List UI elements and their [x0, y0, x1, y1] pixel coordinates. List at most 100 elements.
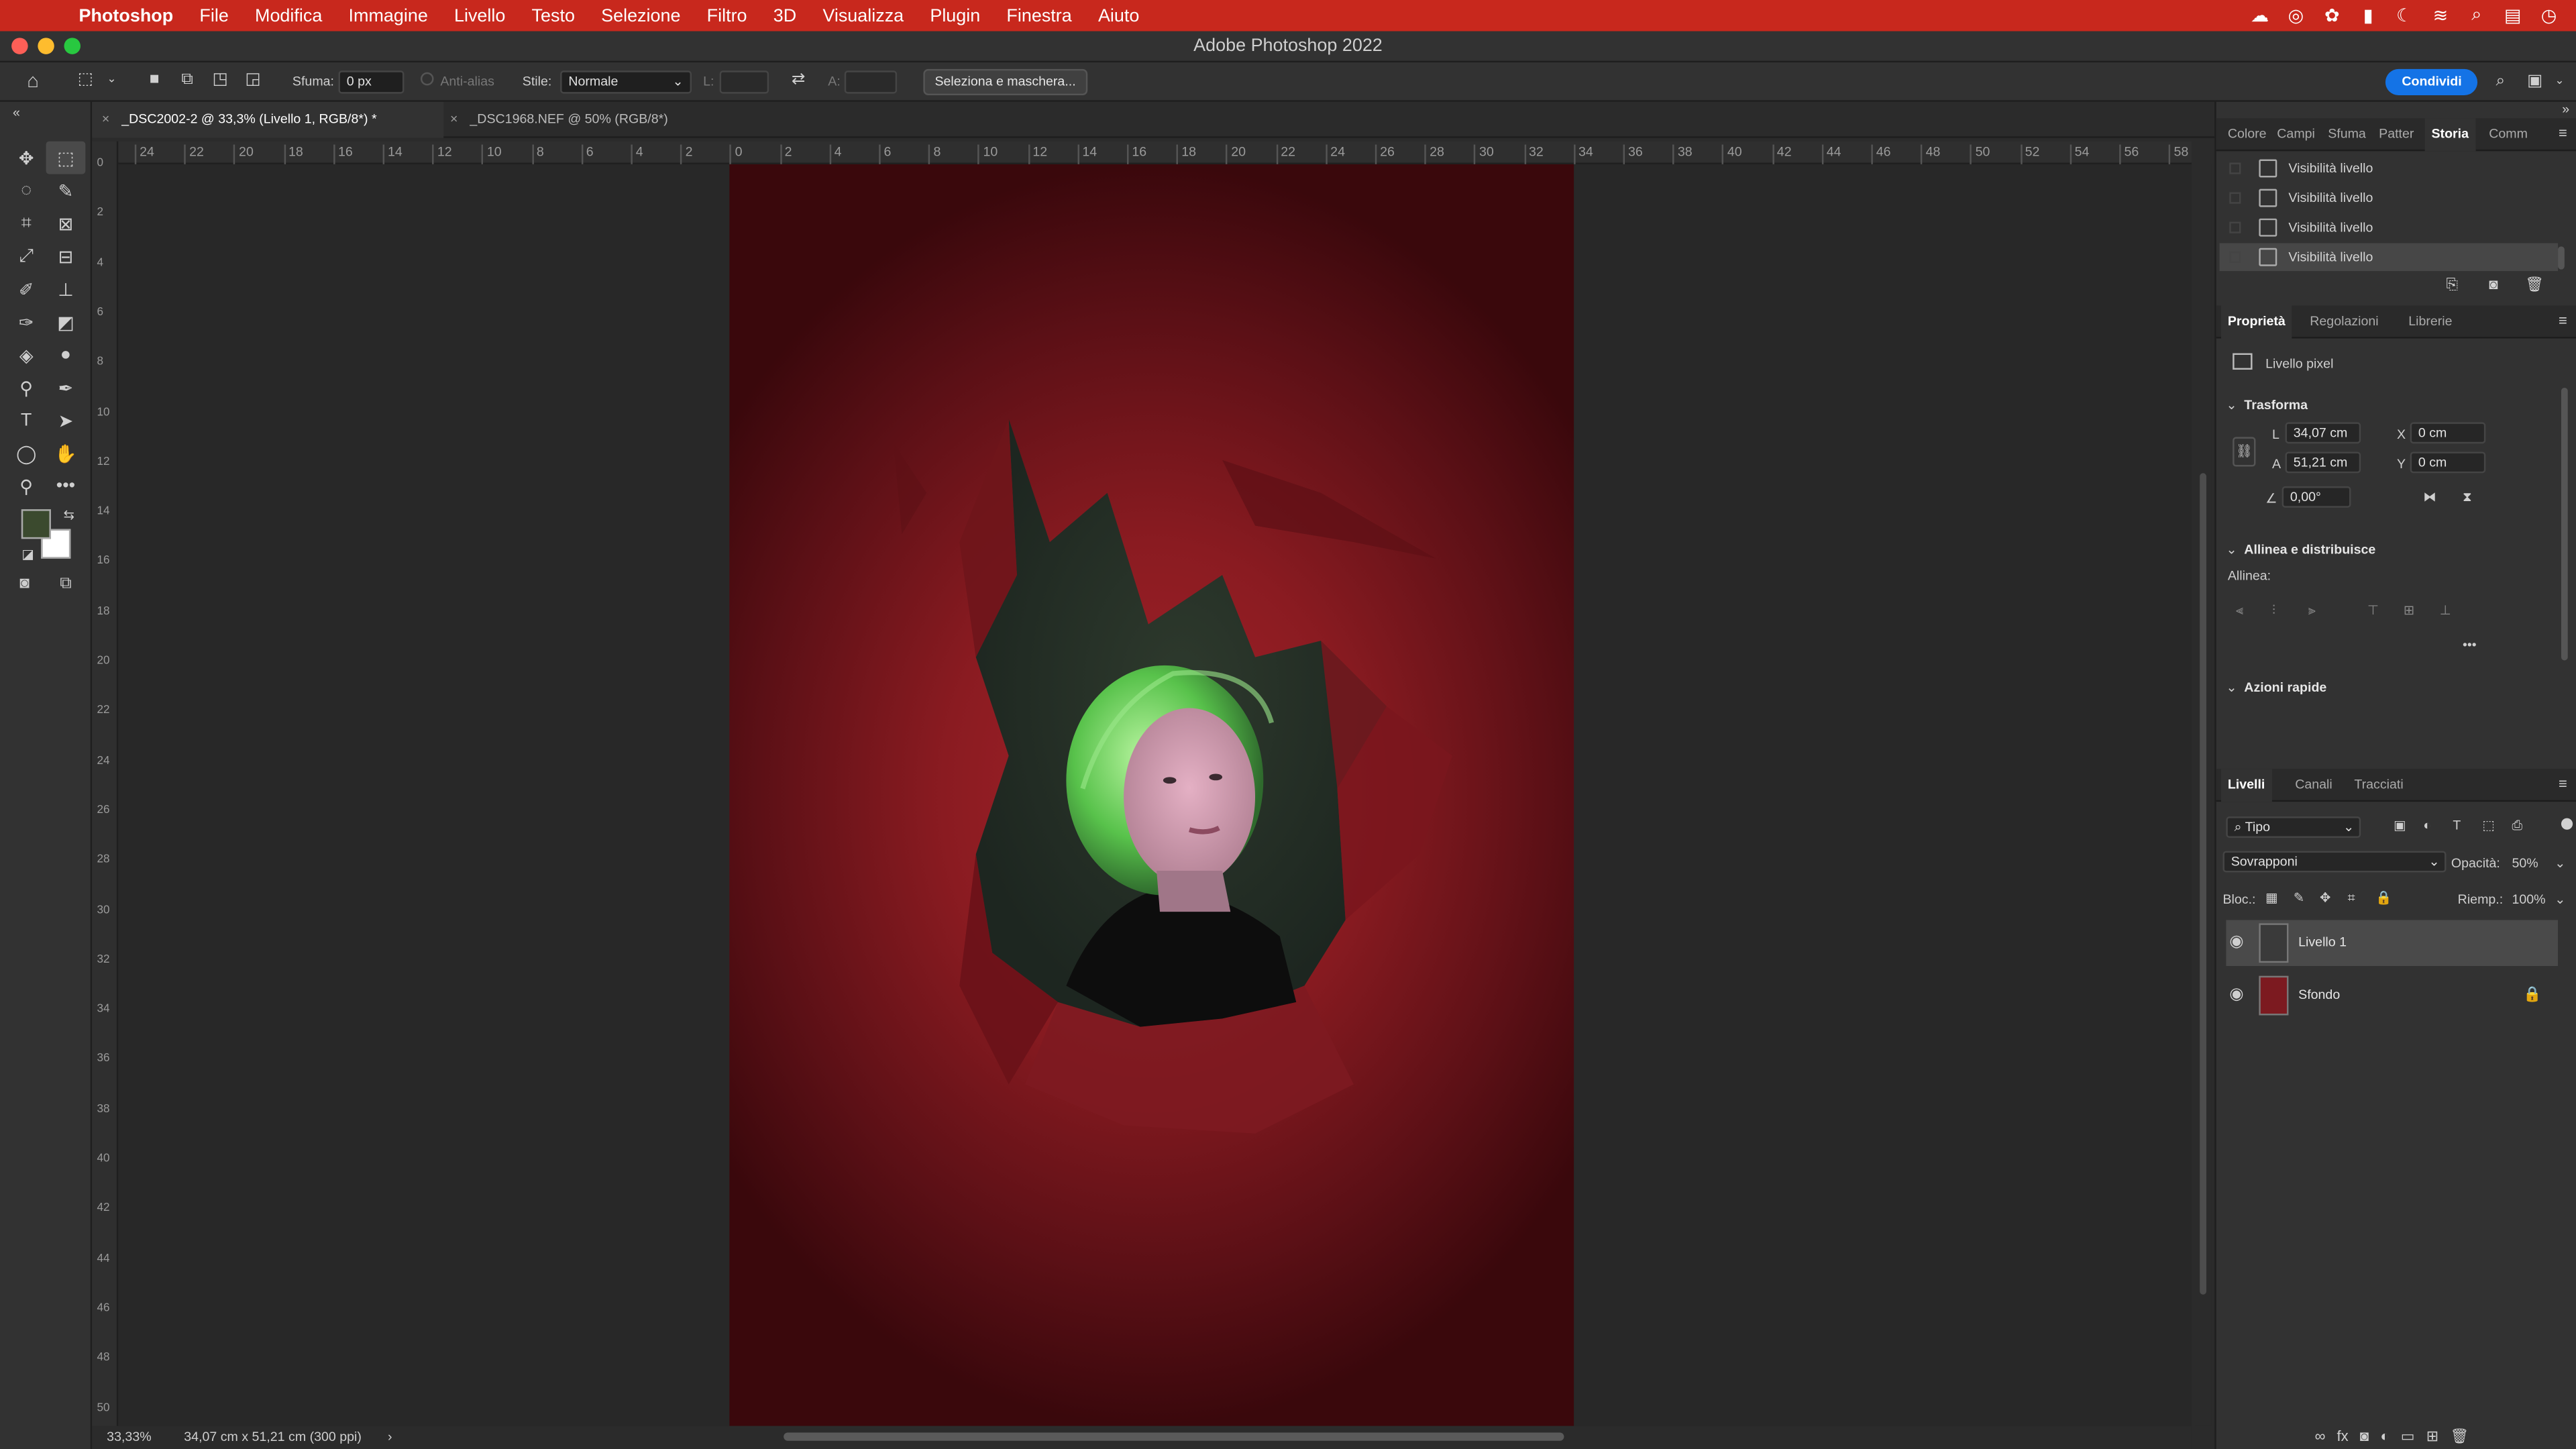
blend-mode-select[interactable]: Sovrapponi ⌄	[2222, 851, 2447, 873]
filter-pixel-icon[interactable]: ▣	[2394, 818, 2406, 833]
subtract-selection-icon[interactable]: ◳	[210, 70, 229, 90]
hand-tool-icon[interactable]: ✋	[46, 437, 86, 470]
menu-visualizza[interactable]: Visualizza	[810, 6, 917, 25]
moon-icon[interactable]: ☾	[2394, 5, 2415, 26]
chevron-down-icon[interactable]: ⌄	[102, 70, 121, 90]
clone-stamp-tool-icon[interactable]: ⊥	[46, 273, 86, 306]
control-center-icon[interactable]: ▤	[2502, 5, 2524, 26]
tab-colore[interactable]: Colore	[2228, 118, 2267, 151]
menu-immagine[interactable]: Immagine	[335, 6, 441, 25]
menu-photoshop[interactable]: Photoshop	[66, 6, 186, 25]
history-brush-checkbox[interactable]	[2229, 251, 2241, 263]
lock-position-icon[interactable]: ✥	[2320, 890, 2330, 905]
menu-aiuto[interactable]: Aiuto	[1085, 6, 1152, 25]
flag-icon[interactable]: ▮	[2357, 5, 2379, 26]
antialias-checkbox[interactable]	[420, 72, 434, 86]
fx-icon[interactable]: fx	[2337, 1428, 2348, 1446]
zoom-tool-icon[interactable]: ⚲	[7, 470, 46, 502]
new-layer-icon[interactable]: ⊞	[2426, 1428, 2438, 1446]
intersect-selection-icon[interactable]: ◲	[243, 70, 262, 90]
vertical-ruler[interactable]: 0 2 4 6 8 10 12 14 16 18 20 22 24 26 28 30 32 34 36 38 40 42 4…	[92, 141, 119, 1426]
menu-testo[interactable]: Testo	[519, 6, 588, 25]
default-colors-icon[interactable]: ◪	[18, 545, 38, 565]
document-canvas[interactable]	[729, 164, 1574, 1426]
spot-healing-tool-icon[interactable]: ⊟	[46, 240, 86, 273]
height-input[interactable]	[844, 70, 898, 94]
align-left-icon[interactable]: ⫷	[2236, 603, 2243, 619]
pen-tool-icon[interactable]: ✒	[46, 371, 86, 404]
menu-3d[interactable]: 3D	[760, 6, 810, 25]
camera-icon[interactable]: ◙	[2489, 276, 2498, 292]
history-item[interactable]: Visibilità livello	[2220, 213, 2558, 241]
tab-librerie[interactable]: Librerie	[2408, 306, 2452, 339]
history-scroll-thumb[interactable]	[2558, 246, 2565, 270]
menu-file[interactable]: File	[186, 6, 242, 25]
tab-comm[interactable]: Comm	[2489, 118, 2528, 151]
layer-filter-select[interactable]: ⌕ Tipo ⌄	[2226, 816, 2361, 838]
new-selection-icon[interactable]: ■	[145, 70, 164, 90]
status-arrow[interactable]: ›	[388, 1426, 392, 1449]
type-tool-icon[interactable]: T	[7, 404, 46, 437]
chevron-down-icon[interactable]: ⌄	[2226, 680, 2237, 695]
layer-row-livello-1[interactable]: ◉ Livello 1	[2226, 920, 2559, 967]
chevron-down-icon[interactable]: ⌄	[2550, 72, 2569, 92]
eraser-tool-icon[interactable]: ◩	[46, 306, 86, 339]
new-group-icon[interactable]: ▭	[2401, 1428, 2415, 1446]
align-right-icon[interactable]: ⫸	[2308, 603, 2316, 619]
select-and-mask-button[interactable]: Seleziona e maschera...	[923, 68, 1087, 96]
flip-vertical-icon[interactable]: ⧗	[2463, 490, 2472, 506]
lock-artboard-icon[interactable]: ⌗	[2348, 890, 2355, 906]
history-brush-checkbox[interactable]	[2229, 221, 2241, 233]
spotlight-icon[interactable]: ⌕	[2466, 5, 2487, 26]
path-selection-tool-icon[interactable]: ➤	[46, 404, 86, 437]
layer-name[interactable]: Livello 1	[2298, 934, 2347, 949]
add-mask-icon[interactable]: ◙	[2360, 1428, 2369, 1446]
eye-icon[interactable]: ◉	[2229, 985, 2243, 1004]
align-center-h-icon[interactable]: ⫶	[2272, 603, 2275, 619]
history-item-selected[interactable]: Visibilità livello	[2219, 243, 2559, 272]
tab-livelli[interactable]: Livelli	[2221, 769, 2272, 802]
fill-value[interactable]: 100%	[2512, 892, 2545, 907]
vertical-scrollbar[interactable]	[2194, 164, 2212, 1426]
feather-input[interactable]: 0 px	[338, 70, 405, 94]
style-select[interactable]: Normale ⌄	[560, 70, 692, 94]
collapse-icon[interactable]: «	[7, 103, 26, 123]
width-input[interactable]: 34,07 cm	[2285, 422, 2361, 444]
horizontal-ruler[interactable]: 24 22 20 18 16 14 12 10 8 6 4 2 0 2 4 6 8 10 12 14 16 18 20 22 2…	[118, 141, 2192, 164]
expand-panels-icon[interactable]: »	[2562, 102, 2569, 117]
link-icon[interactable]: ⛓	[2233, 437, 2256, 467]
filter-smart-object-icon[interactable]: ⎙	[2512, 818, 2522, 835]
workspace-icon[interactable]: ▣	[2525, 72, 2544, 92]
history-brush-tool-icon[interactable]: ✑	[7, 306, 46, 339]
zoom-level[interactable]: 33,33%	[107, 1426, 151, 1449]
brush-tool-icon[interactable]: ✐	[7, 273, 46, 306]
history-brush-checkbox[interactable]	[2229, 162, 2241, 174]
dodge-tool-icon[interactable]: ⚲	[7, 371, 46, 404]
properties-scroll-thumb[interactable]	[2561, 387, 2568, 661]
history-item[interactable]: Visibilità livello	[2220, 184, 2558, 212]
align-section-title[interactable]: Allinea e distribuisce	[2244, 542, 2375, 557]
eye-icon[interactable]: ◉	[2229, 933, 2243, 951]
panel-menu-icon[interactable]: ≡	[2555, 775, 2571, 792]
tab-dsc2002[interactable]: × _DSC2002-2 @ 33,3% (Livello 1, RGB/8*)…	[92, 101, 444, 138]
screen-mode-icon[interactable]: ⧉	[56, 575, 75, 594]
flip-horizontal-icon[interactable]: ⧓	[2423, 490, 2436, 504]
chevron-down-icon[interactable]: ⌄	[2555, 892, 2565, 907]
close-tab-icon[interactable]: ×	[102, 102, 109, 138]
trash-icon[interactable]: 🗑	[2525, 276, 2544, 294]
paint-bucket-tool-icon[interactable]: ◈	[7, 338, 46, 371]
y-input[interactable]: 0 cm	[2410, 451, 2486, 474]
filter-shape-icon[interactable]: ⬚	[2482, 818, 2495, 833]
chevron-down-icon[interactable]: ⌄	[2226, 398, 2237, 413]
filter-adjustment-icon[interactable]: ◐	[2423, 818, 2431, 833]
home-icon[interactable]: ⌂	[23, 70, 42, 90]
delete-layer-icon[interactable]: 🗑	[2450, 1428, 2469, 1446]
width-input[interactable]	[719, 70, 769, 94]
lock-transparent-icon[interactable]: ▦	[2265, 890, 2278, 905]
blur-tool-icon[interactable]: ●	[46, 338, 86, 371]
crop-tool-icon[interactable]: ⌗	[7, 207, 46, 240]
scroll-thumb[interactable]	[2200, 473, 2206, 1295]
transform-section-title[interactable]: Trasforma	[2244, 398, 2308, 413]
adobe-icon[interactable]: ✿	[2321, 5, 2343, 26]
lock-image-icon[interactable]: ✎	[2294, 890, 2304, 905]
